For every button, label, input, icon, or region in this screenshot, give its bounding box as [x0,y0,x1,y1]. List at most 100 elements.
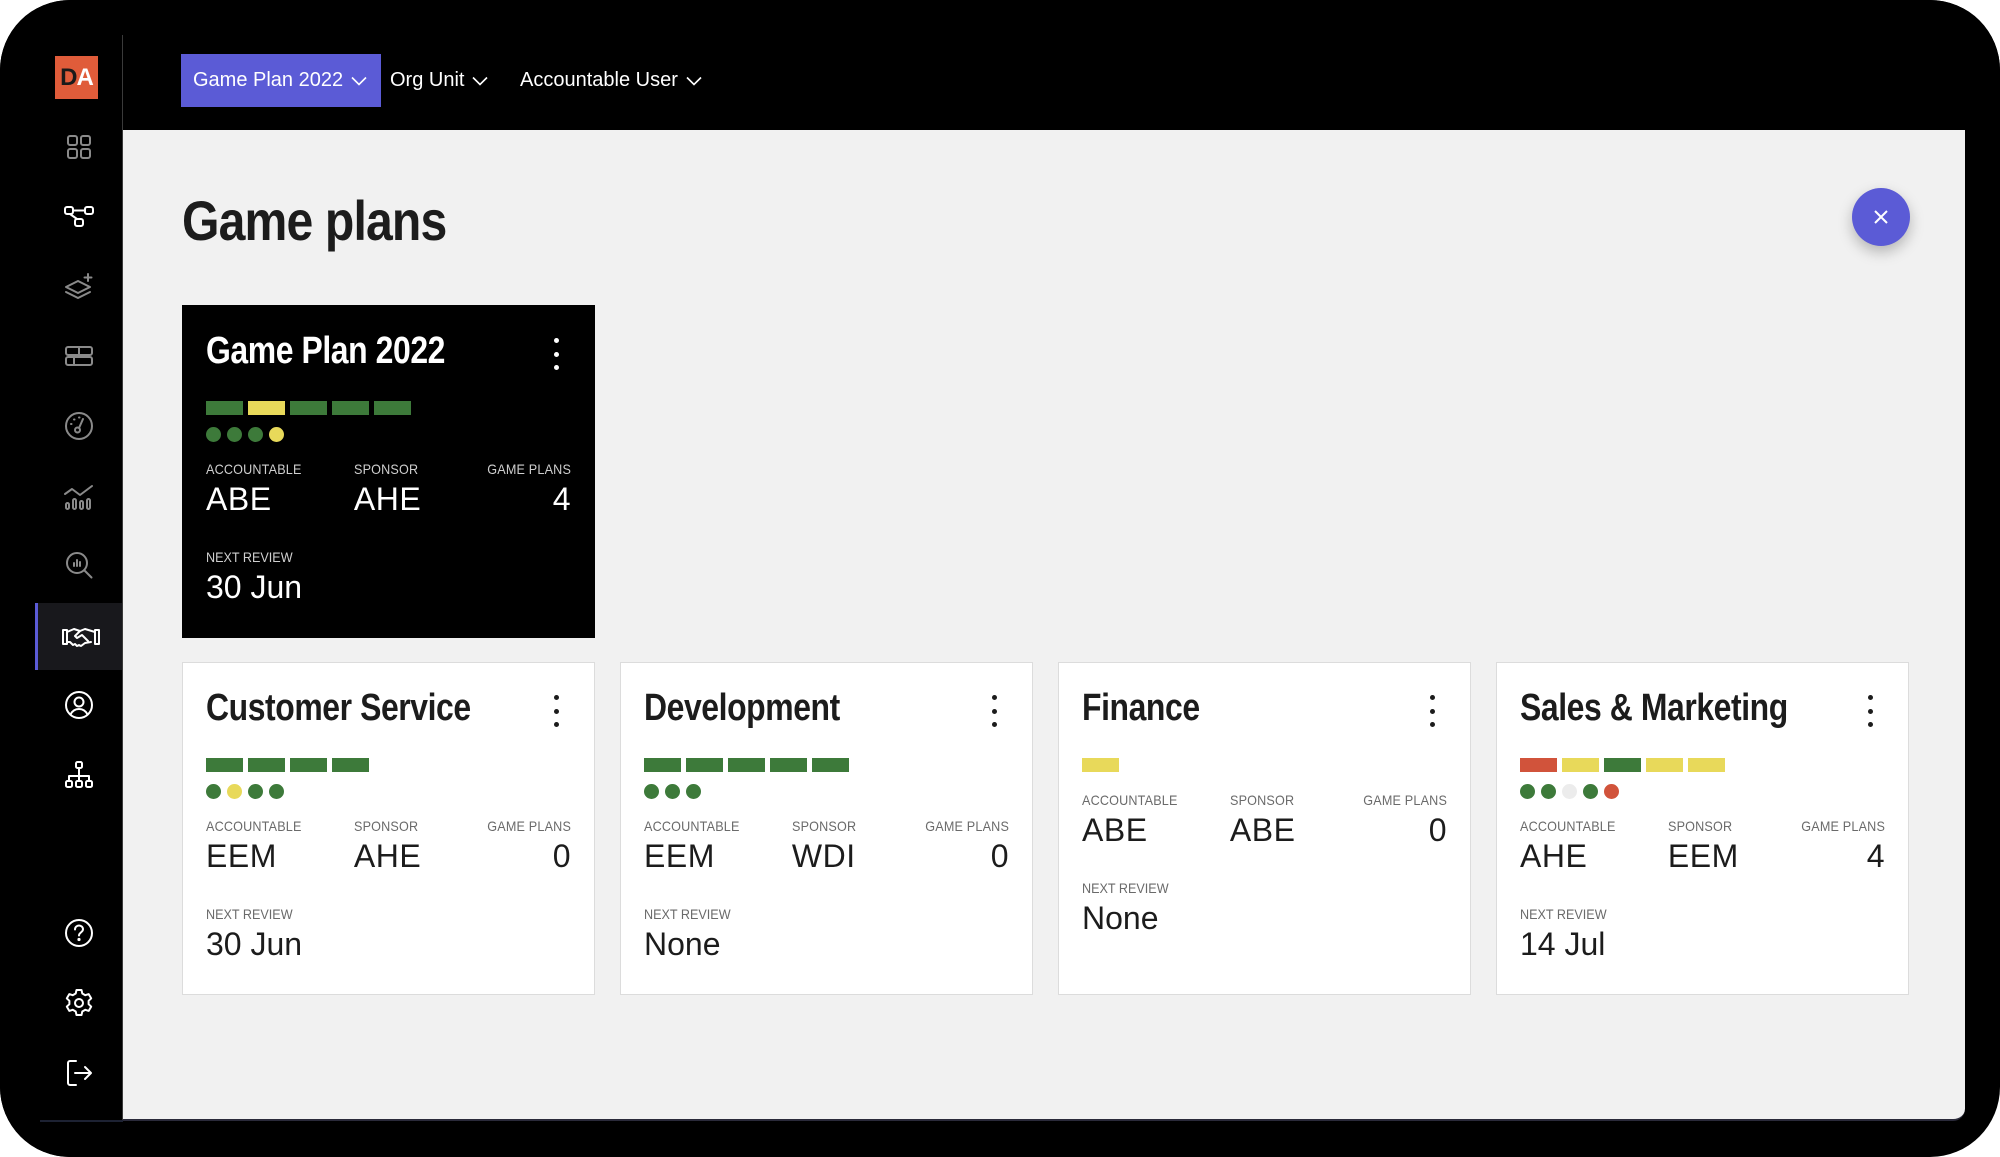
sidebar-item-game-plans[interactable] [35,603,123,670]
accountable-stat: ACCOUNTABLE EEM [644,818,792,875]
node-graph-icon [64,206,94,227]
sponsor-value: ABE [1229,812,1296,848]
accountable-value: EEM [206,838,277,874]
status-dot-yellow [269,427,284,442]
sponsor-label: SPONSOR [1667,818,1733,834]
next-review-value: None [644,926,721,962]
accountable-label: ACCOUNTABLE [1082,792,1178,808]
status-bar-green [290,758,327,772]
accountable-label: ACCOUNTABLE [206,818,302,834]
next-review: NEXT REVIEW 30 Jun [206,906,302,963]
status-bar-green [644,758,681,772]
status-bar-yellow [1562,758,1599,772]
status-dots [644,784,701,799]
chevron-down-icon [472,76,489,86]
chart-line-icon [64,485,93,510]
status-dot-red [1604,784,1619,799]
status-bar-yellow [1082,758,1119,772]
sponsor-stat: SPONSOR AHE [354,818,478,875]
accountable-stat: ACCOUNTABLE AHE [1520,818,1668,875]
game-plan-card-game-plan-2022[interactable]: Game Plan 2022 ACCOUNTABLE ABE SPONSOR A… [182,305,595,638]
next-review-label: NEXT REVIEW [206,549,293,565]
card-title: Development [644,687,840,729]
close-icon [1874,210,1888,224]
status-dots [1520,784,1619,799]
game-plans-value: 0 [552,838,571,874]
org-chart-icon [65,761,93,788]
game-plan-card-development[interactable]: Development ACCOUNTABLE EEM SPONSOR WDI … [620,662,1033,995]
sidebar-item-add-layer[interactable] [35,253,123,319]
more-options-icon[interactable] [546,338,566,370]
card-stats: ACCOUNTABLE EEM SPONSOR WDI GAME PLANS 0 [644,818,1009,875]
accountable-value: ABE [206,481,272,517]
accountable-value: ABE [1082,812,1148,848]
filter-org-unit-dropdown[interactable]: Org Unit [390,54,489,107]
game-plan-card-finance[interactable]: Finance ACCOUNTABLE ABE SPONSOR ABE GAME… [1058,662,1471,995]
next-review: NEXT REVIEW 14 Jul [1520,906,1616,963]
status-dot-green [1520,784,1535,799]
gear-icon [65,989,93,1016]
sidebar-item-boards[interactable] [35,323,123,389]
status-dots [206,427,284,442]
status-bars [1520,758,1725,772]
app-logo[interactable]: DA [55,56,98,99]
game-plans-label: GAME PLANS [925,818,1009,834]
status-bar-green [374,401,411,415]
status-bars [644,758,849,772]
card-stats: ACCOUNTABLE AHE SPONSOR EEM GAME PLANS 4 [1520,818,1885,875]
sponsor-label: SPONSOR [1229,792,1295,808]
game-plans-stat: GAME PLANS 0 [916,818,1009,875]
sponsor-value: EEM [1667,838,1739,874]
game-plans-label: GAME PLANS [487,461,571,477]
game-plan-card-customer-service[interactable]: Customer Service ACCOUNTABLE EEM SPONSOR… [182,662,595,995]
sidebar-item-settings[interactable] [35,970,123,1036]
sidebar-item-performance[interactable] [35,393,123,459]
sidebar-item-help[interactable] [35,900,123,966]
card-title: Game Plan 2022 [206,330,445,372]
card-stats: ACCOUNTABLE ABE SPONSOR ABE GAME PLANS 0 [1082,792,1447,849]
sponsor-label: SPONSOR [353,818,419,834]
next-review-label: NEXT REVIEW [644,906,731,922]
more-options-icon[interactable] [546,695,566,727]
filter-game-plan-dropdown[interactable]: Game Plan 2022 [181,54,382,107]
sidebar: DA [0,0,124,1157]
top-header: Game Plan 2022 Org Unit Accountable User [123,0,2000,130]
status-bar-green [812,758,849,772]
game-plans-value: 4 [552,481,571,517]
sponsor-value: AHE [353,838,422,874]
next-review-value: 30 Jun [206,926,303,962]
help-icon [65,919,93,947]
layers-plus-icon [65,273,93,299]
game-plans-label: GAME PLANS [487,818,571,834]
sidebar-item-profile[interactable] [35,672,123,738]
close-button[interactable] [1852,188,1910,246]
status-bar-green [1604,758,1641,772]
status-dot-green [1583,784,1598,799]
status-dot-grey [1562,784,1577,799]
card-title: Customer Service [206,687,471,729]
sidebar-item-dashboard[interactable] [35,114,123,180]
sponsor-stat: SPONSOR WDI [792,818,916,875]
page-title: Game plans [182,189,447,252]
game-plan-card-sales-marketing[interactable]: Sales & Marketing ACCOUNTABLE AHE SPONSO… [1496,662,1909,995]
accountable-stat: ACCOUNTABLE ABE [206,461,354,518]
more-options-icon[interactable] [984,695,1004,727]
filter-org-unit-label: Org Unit [390,69,465,91]
sidebar-item-analytics[interactable] [35,463,123,529]
board-icon [65,346,93,366]
sponsor-stat: SPONSOR AHE [354,461,478,518]
user-circle-icon [65,691,93,719]
status-bar-green [290,401,327,415]
accountable-label: ACCOUNTABLE [644,818,740,834]
filter-accountable-user-dropdown[interactable]: Accountable User [520,54,702,107]
more-options-icon[interactable] [1860,695,1880,727]
sidebar-item-org-structure[interactable] [35,742,123,808]
accountable-stat: ACCOUNTABLE EEM [206,818,354,875]
more-options-icon[interactable] [1422,695,1442,727]
sidebar-item-strategy-map[interactable] [35,183,123,249]
sidebar-item-logout[interactable] [35,1040,123,1106]
sponsor-stat: SPONSOR ABE [1230,792,1354,849]
game-plans-value: 4 [1866,838,1885,874]
sidebar-item-insights[interactable] [35,532,123,598]
status-dot-green [644,784,659,799]
